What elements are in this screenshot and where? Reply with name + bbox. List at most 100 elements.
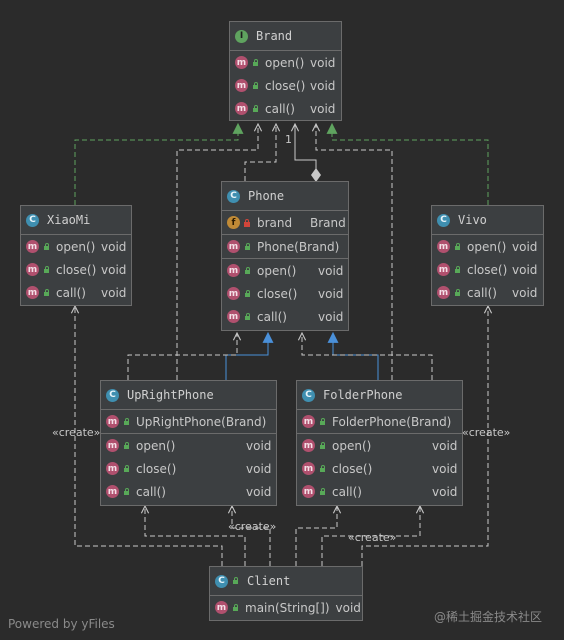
method-row[interactable]: m open() void	[297, 434, 462, 457]
method-signature: open()	[265, 55, 305, 70]
method-signature: call()	[136, 484, 166, 499]
public-lock-icon	[318, 417, 326, 426]
public-lock-icon	[453, 242, 461, 251]
method-return-type: void	[310, 78, 336, 93]
powered-by-watermark: Powered by yFiles	[8, 617, 115, 631]
class-icon: C	[106, 388, 119, 402]
method-row[interactable]: m close() void	[21, 258, 131, 281]
method-row[interactable]: m close() void	[230, 74, 341, 97]
class-uprightphone[interactable]: C UpRightPhone m UpRightPhone(Brand) m o…	[100, 380, 277, 506]
source-watermark: @稀土掘金技术社区	[434, 610, 543, 624]
constructor-signature: FolderPhone(Brand)	[332, 414, 452, 429]
method-return-type: void	[335, 600, 361, 615]
method-signature: close()	[136, 461, 177, 476]
public-lock-icon	[243, 266, 251, 275]
class-vivo[interactable]: C Vivo m open() void m close() void m ca…	[431, 205, 544, 306]
constructor-row[interactable]: m UpRightPhone(Brand)	[101, 410, 276, 433]
method-icon: m	[227, 310, 240, 323]
class-uprightphone-name: UpRightPhone	[127, 388, 214, 402]
phone-uses-brand-edge	[244, 124, 276, 181]
method-signature: close()	[257, 286, 298, 301]
class-client-header: C Client	[210, 567, 362, 596]
class-brand-name: Brand	[256, 29, 293, 43]
public-lock-icon	[122, 487, 130, 496]
class-client[interactable]: C Client m main(String[]) void	[209, 566, 363, 621]
constructor-signature: Phone(Brand)	[257, 239, 340, 254]
method-signature: open()	[467, 239, 507, 254]
method-signature: main(String[])	[245, 600, 330, 615]
public-lock-icon	[231, 603, 239, 612]
private-lock-icon	[243, 218, 251, 227]
method-row[interactable]: m call() void	[297, 480, 462, 503]
class-icon: C	[215, 574, 228, 588]
method-return-type: void	[246, 438, 272, 453]
class-phone-fields: f brand Brand	[222, 211, 348, 235]
method-return-type: void	[432, 484, 458, 499]
method-signature: open()	[136, 438, 176, 453]
constructor-row[interactable]: m FolderPhone(Brand)	[297, 410, 462, 433]
method-signature: call()	[257, 309, 287, 324]
class-phone[interactable]: C Phone f brand Brand m Phone(Brand) m o…	[221, 181, 349, 331]
create-label-vivo: «create»	[462, 426, 511, 439]
class-xiaomi-header: C XiaoMi	[21, 206, 131, 235]
method-row[interactable]: m open() void	[101, 434, 276, 457]
method-signature: close()	[265, 78, 306, 93]
method-icon: m	[215, 601, 228, 614]
method-return-type: void	[310, 55, 336, 70]
method-signature: call()	[332, 484, 362, 499]
method-icon: m	[235, 102, 248, 115]
class-folderphone-name: FolderPhone	[323, 388, 403, 402]
vivo-realizes-brand-edge	[326, 122, 489, 205]
class-xiaomi[interactable]: C XiaoMi m open() void m close() void m …	[20, 205, 132, 306]
create-label-uprightphone: «create»	[228, 520, 277, 533]
public-lock-icon	[318, 487, 326, 496]
method-row[interactable]: m close() void	[101, 457, 276, 480]
method-icon: m	[302, 439, 315, 452]
method-row[interactable]: m call() void	[230, 97, 341, 120]
method-icon: m	[106, 439, 119, 452]
method-signature: open()	[56, 239, 96, 254]
method-row[interactable]: m close() void	[222, 282, 348, 305]
method-icon: m	[437, 240, 450, 253]
class-xiaomi-methods: m open() void m close() void m call() vo…	[21, 235, 131, 304]
method-return-type: void	[512, 285, 538, 300]
method-signature: call()	[467, 285, 497, 300]
field-row[interactable]: f brand Brand	[222, 211, 348, 234]
public-lock-icon	[122, 441, 130, 450]
method-icon: m	[227, 264, 240, 277]
method-icon: m	[437, 263, 450, 276]
class-uprightphone-constructors: m UpRightPhone(Brand)	[101, 410, 276, 434]
method-row[interactable]: m call() void	[432, 281, 543, 304]
class-xiaomi-name: XiaoMi	[47, 213, 91, 227]
client-creates-uprightphone-edge	[145, 506, 246, 566]
method-icon: m	[26, 240, 39, 253]
method-return-type: void	[318, 286, 344, 301]
multiplicity-label: 1	[285, 133, 292, 146]
method-row[interactable]: m open() void	[432, 235, 543, 258]
method-row[interactable]: m close() void	[297, 457, 462, 480]
method-row[interactable]: m open() void	[21, 235, 131, 258]
method-icon: m	[26, 286, 39, 299]
method-row[interactable]: m call() void	[21, 281, 131, 304]
class-folderphone[interactable]: C FolderPhone m FolderPhone(Brand) m ope…	[296, 380, 463, 506]
public-lock-icon	[122, 464, 130, 473]
constructor-row[interactable]: m Phone(Brand)	[222, 235, 348, 258]
method-row[interactable]: m call() void	[101, 480, 276, 503]
public-lock-icon	[42, 288, 50, 297]
method-icon: m	[235, 79, 248, 92]
method-row[interactable]: m main(String[]) void	[210, 596, 362, 619]
public-lock-icon	[318, 441, 326, 450]
method-return-type: void	[101, 262, 127, 277]
class-brand[interactable]: I Brand m open() void m close() void m c…	[229, 21, 342, 121]
method-row[interactable]: m open() void	[222, 259, 348, 282]
class-folderphone-constructors: m FolderPhone(Brand)	[297, 410, 462, 434]
method-row[interactable]: m call() void	[222, 305, 348, 328]
public-lock-icon	[243, 312, 251, 321]
uprightphone-uses-phone-edge	[127, 333, 237, 380]
method-row[interactable]: m open() void	[230, 51, 341, 74]
method-icon: m	[235, 56, 248, 69]
constructor-signature: UpRightPhone(Brand)	[136, 414, 267, 429]
method-signature: call()	[56, 285, 86, 300]
method-row[interactable]: m close() void	[432, 258, 543, 281]
class-client-methods: m main(String[]) void	[210, 596, 362, 619]
